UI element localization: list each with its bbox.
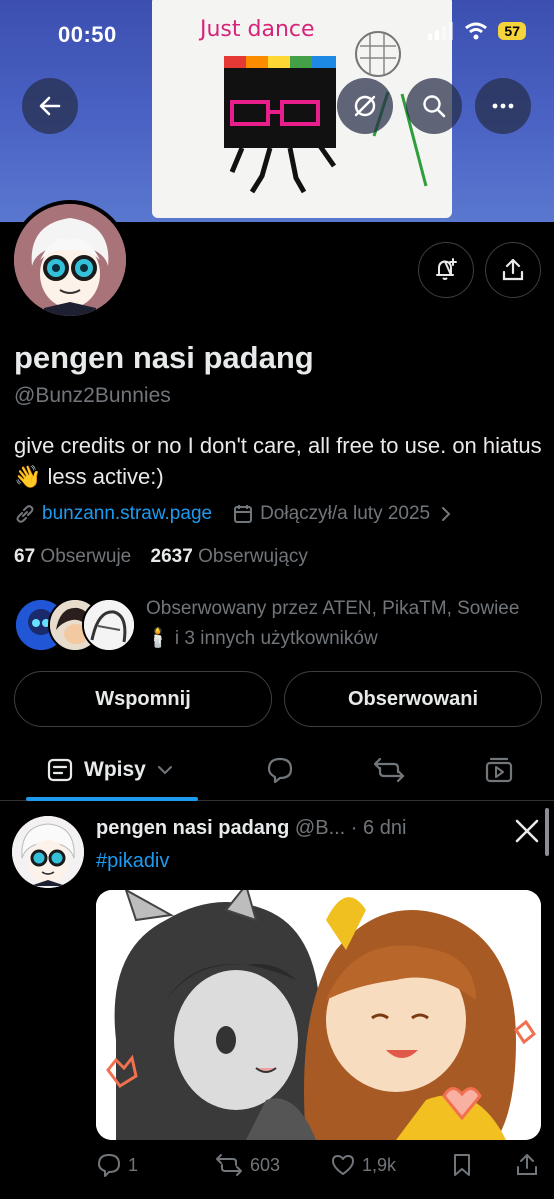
reply-icon — [98, 1154, 120, 1177]
post-author-name[interactable]: pengen nasi padang — [96, 817, 289, 839]
bookmark-icon — [454, 1154, 470, 1176]
chevron-down-icon — [157, 766, 172, 775]
signal-icon — [428, 22, 454, 40]
reply-button[interactable]: 1 — [96, 1152, 138, 1178]
back-button[interactable] — [22, 78, 78, 134]
like-icon — [332, 1155, 354, 1175]
following-count: 67 — [14, 546, 36, 567]
scrollbar[interactable] — [545, 808, 549, 856]
notify-button[interactable] — [418, 242, 474, 298]
tab-replies[interactable] — [265, 755, 295, 790]
chevron-right-icon — [442, 507, 451, 521]
post-author-handle[interactable]: @B... — [295, 817, 345, 839]
calendar-icon — [234, 505, 253, 523]
share-post-button[interactable] — [514, 1152, 540, 1178]
reply-icon — [267, 757, 293, 784]
follower-avatar-3[interactable] — [82, 598, 136, 652]
repost-count: 603 — [250, 1154, 281, 1175]
post-actions: 1 603 1,9k — [96, 1152, 546, 1182]
profile-link[interactable]: bunzann.straw.page — [42, 503, 212, 525]
share-icon — [502, 258, 524, 281]
video-icon — [485, 757, 513, 783]
joined-date[interactable]: Dołączył/a luty 2025 — [232, 503, 454, 525]
following-button[interactable]: Obserwowani — [284, 671, 542, 727]
status-time: 00:50 — [58, 22, 117, 47]
avatar — [14, 204, 126, 316]
banner-drawing-text: Just dance — [198, 17, 315, 42]
back-arrow-icon — [39, 96, 61, 116]
following-link[interactable]: 67 Obserwuje — [14, 546, 131, 567]
post-time[interactable]: 6 dni — [363, 817, 406, 839]
mention-button[interactable]: Wspomnij — [14, 671, 272, 727]
repost-button[interactable]: 603 — [214, 1152, 280, 1178]
profile-avatar[interactable] — [10, 200, 130, 320]
list-icon — [47, 758, 73, 782]
tab-posts-label: Wpisy — [84, 758, 146, 781]
x-logo-icon — [515, 819, 539, 843]
tab-reposts[interactable] — [372, 755, 406, 790]
profile-handle: @Bunz2Bunnies — [14, 384, 171, 407]
followers-label: Obserwujący — [198, 546, 308, 567]
search-button[interactable] — [406, 78, 462, 134]
post-image[interactable] — [96, 890, 541, 1140]
reply-count: 1 — [128, 1154, 139, 1175]
search-icon — [423, 95, 446, 118]
hide-icon — [354, 95, 376, 117]
post-separator: · — [350, 817, 358, 839]
like-count: 1,9k — [362, 1154, 397, 1175]
link-icon — [16, 505, 34, 523]
profile-meta: bunzann.straw.page Dołączył/a luty 2025 — [14, 503, 454, 525]
more-icon — [492, 103, 514, 109]
like-button[interactable]: 1,9k — [330, 1152, 396, 1178]
profile-tabs: Wpisy — [0, 740, 554, 801]
share-profile-button[interactable] — [485, 242, 541, 298]
post-author-avatar[interactable] — [12, 816, 84, 888]
share-icon — [517, 1154, 537, 1175]
more-button[interactable] — [475, 78, 531, 134]
bookmark-button[interactable] — [450, 1152, 474, 1178]
profile-bio: give credits or no I don't care, all fre… — [14, 433, 542, 489]
tab-posts[interactable]: Wpisy — [46, 756, 174, 784]
wifi-icon — [465, 22, 488, 40]
repost-icon — [373, 757, 405, 783]
following-label: Obserwuje — [40, 546, 132, 567]
followers-link[interactable]: 2637 Obserwujący — [151, 546, 308, 567]
tab-media[interactable] — [484, 755, 514, 790]
hide-button[interactable] — [337, 78, 393, 134]
bell-plus-icon — [436, 258, 457, 280]
profile-name: pengen nasi padang — [14, 340, 314, 375]
joined-label: Dołączył/a luty 2025 — [260, 503, 431, 524]
followers-count: 2637 — [150, 546, 193, 567]
follow-counts: 67 Obserwuje 2637 Obserwujący — [14, 546, 308, 568]
status-indicators: 57 — [428, 22, 526, 40]
battery-indicator: 57 — [498, 22, 526, 40]
repost-icon — [216, 1154, 242, 1176]
active-tab-indicator — [26, 797, 198, 801]
post-hashtag[interactable]: #pikadiv — [96, 850, 169, 873]
post-header: pengen nasi padang @B... · 6 dni — [96, 817, 406, 840]
profile-banner[interactable]: Just dance 00:50 57 — [0, 0, 554, 222]
followed-by-text[interactable]: Obserwowany przez ATEN, PikaTM, Sowiee🕯️… — [146, 594, 536, 654]
